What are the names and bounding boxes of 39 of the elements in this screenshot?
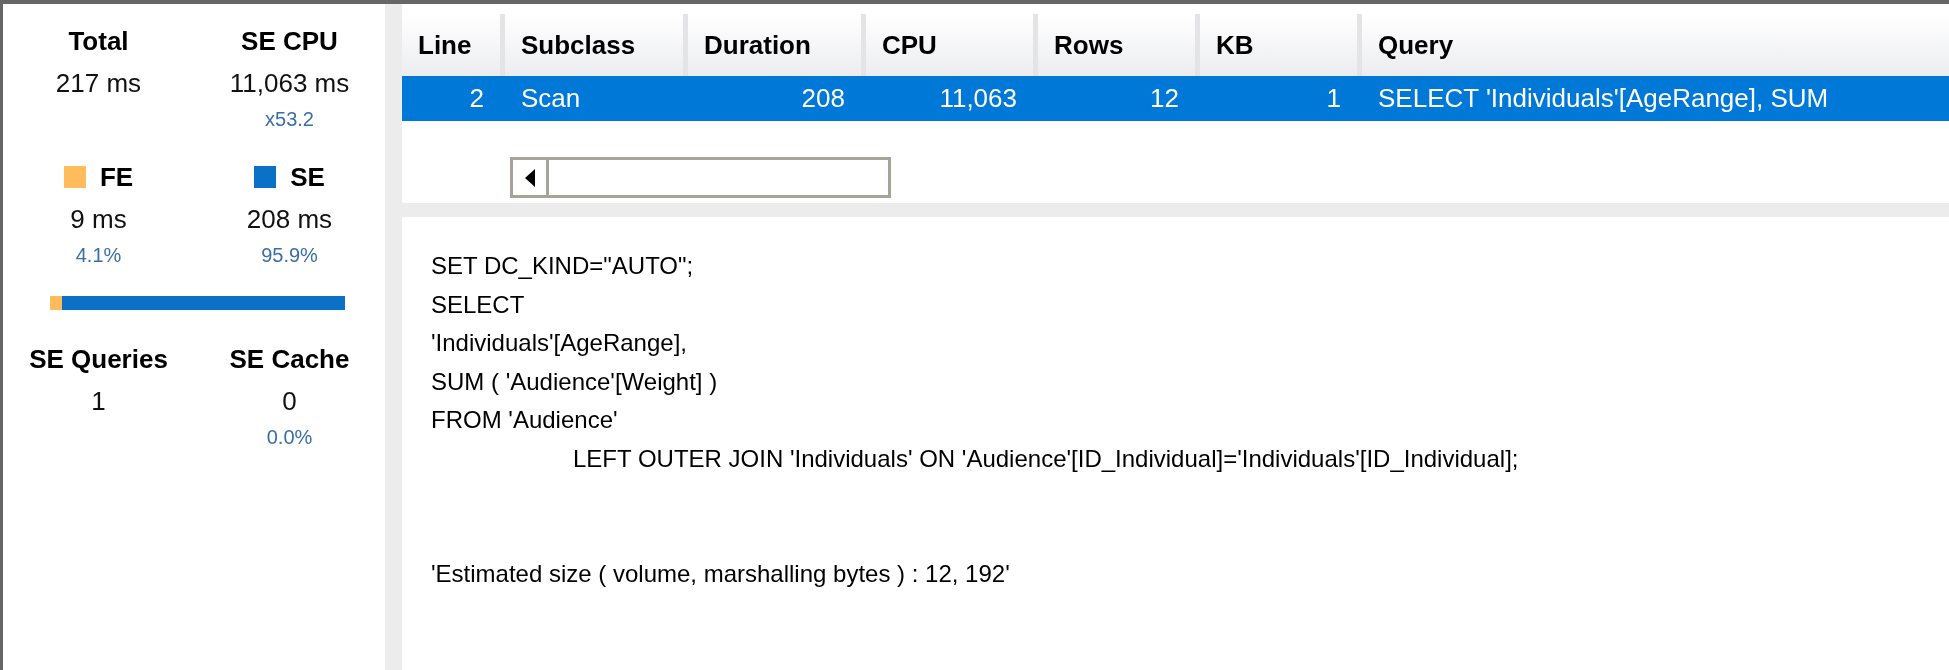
column-header[interactable]: Duration bbox=[688, 14, 866, 76]
table-cell-text: 208 bbox=[800, 82, 846, 115]
metric-percentage: x53.2 bbox=[265, 107, 314, 132]
metric-value: 208 ms bbox=[246, 203, 333, 236]
metric-value: 0 bbox=[282, 385, 297, 418]
table-cell-text: 12 bbox=[1149, 82, 1180, 115]
query-line: SET DC_KIND="AUTO"; bbox=[431, 251, 695, 281]
metric-label: SE CPU bbox=[241, 24, 338, 58]
table-cell-text: 2 bbox=[468, 82, 485, 115]
metric-label: FE bbox=[99, 160, 134, 194]
column-header[interactable]: Line bbox=[402, 14, 505, 76]
estimated-size-text: 'Estimated size ( volume, marshalling bytes ) : 12, 192' bbox=[431, 559, 1011, 589]
table-cell-text: 11,063 bbox=[938, 82, 1018, 115]
metric-value: 11,063 ms bbox=[229, 67, 350, 100]
metric-value: 1 bbox=[91, 385, 106, 418]
table-cell-text: 1 bbox=[1325, 82, 1342, 115]
table-cell-text: SELECT 'Individuals'[AgeRange], SUM bbox=[1377, 82, 1830, 115]
metric-value: 9 ms bbox=[70, 203, 127, 236]
query-line: LEFT OUTER JOIN 'Individuals' ON 'Audience'[ID_Individual]='Individuals'[ID_Individual]; bbox=[572, 443, 1520, 474]
column-header[interactable]: CPU bbox=[866, 14, 1038, 76]
metric-label: Total bbox=[68, 24, 129, 58]
table-cell-text: Scan bbox=[520, 82, 582, 115]
table-row[interactable]: 2 Scan 208 11,063 12 1 SELECT 'Individuals'[AgeRange], SUM bbox=[402, 76, 1949, 121]
metric-label: SE Cache bbox=[229, 342, 350, 376]
query-line: SUM ( 'Audience'[Weight] ) bbox=[431, 366, 719, 397]
query-line: 'Individuals'[AgeRange], bbox=[431, 328, 688, 358]
metric-label: SE Queries bbox=[29, 342, 168, 376]
query-line: SELECT bbox=[431, 289, 526, 320]
metric-percentage: 0.0% bbox=[266, 425, 313, 450]
column-header[interactable]: Rows bbox=[1038, 14, 1200, 76]
column-header[interactable]: KB bbox=[1200, 14, 1362, 76]
horizontal-scrollbar[interactable] bbox=[510, 157, 891, 198]
metric-percentage: 95.9% bbox=[261, 243, 318, 268]
metric-percentage: 4.1% bbox=[75, 243, 122, 268]
column-header[interactable]: Subclass bbox=[505, 14, 688, 76]
left-arrow-icon bbox=[524, 168, 535, 187]
metric-value: 217 ms bbox=[55, 67, 142, 100]
query-line: FROM 'Audience' bbox=[431, 405, 619, 435]
metric-label: SE bbox=[290, 160, 325, 194]
